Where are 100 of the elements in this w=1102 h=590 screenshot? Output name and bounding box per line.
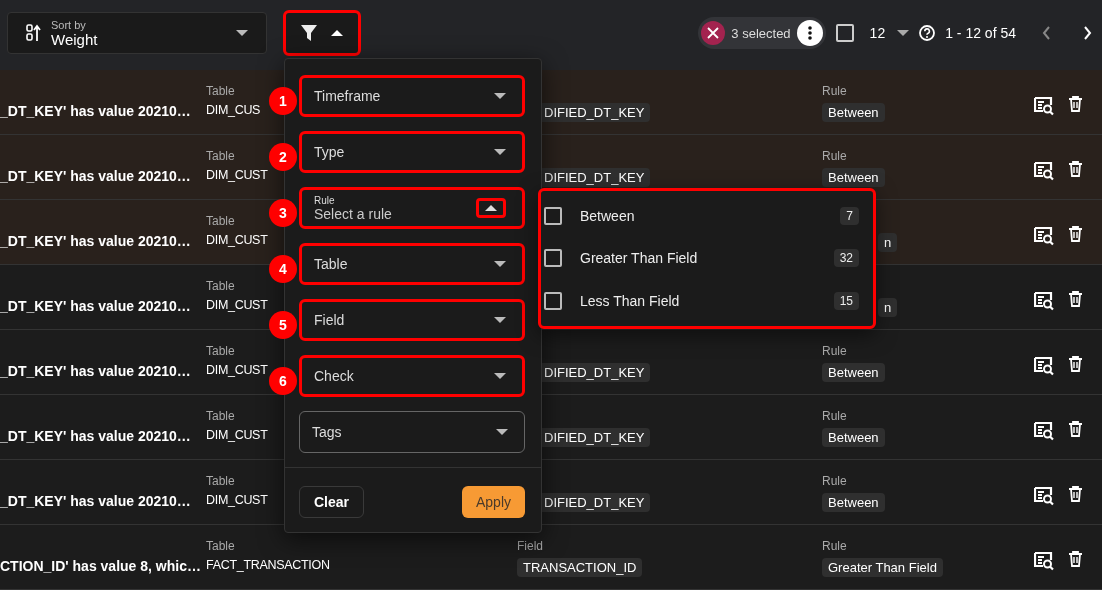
row-message: _DT_KEY' has value 20210… xyxy=(0,233,191,249)
delete-icon[interactable] xyxy=(1069,486,1082,502)
delete-icon[interactable] xyxy=(1069,421,1082,437)
delete-icon[interactable] xyxy=(1069,96,1082,112)
delete-icon[interactable] xyxy=(1069,226,1082,242)
apply-button[interactable]: Apply xyxy=(461,486,525,518)
close-icon xyxy=(707,27,720,39)
caret-icon xyxy=(485,205,497,211)
rule-search-input[interactable]: Select a rule xyxy=(314,205,468,222)
option-count: 7 xyxy=(840,207,859,226)
sort-value: Weight xyxy=(51,30,99,48)
rule-select-field[interactable]: Rule Select a rule xyxy=(299,187,525,229)
option-label[interactable]: Between xyxy=(580,208,841,225)
rule-label: Rule xyxy=(822,149,847,165)
step-number-badge: 4 xyxy=(269,255,297,283)
view-details-icon[interactable] xyxy=(1034,291,1054,311)
row-message: CTION_ID' has value 8, whic… xyxy=(0,558,201,574)
select-all-checkbox[interactable] xyxy=(835,24,854,42)
view-details-icon[interactable] xyxy=(1034,551,1054,571)
chevron-left-icon[interactable] xyxy=(1042,26,1051,40)
option-count: 15 xyxy=(833,291,859,310)
collapse-button[interactable] xyxy=(476,198,506,218)
clear-button[interactable]: Clear xyxy=(299,486,365,518)
view-details-icon[interactable] xyxy=(1034,161,1054,181)
table-label: Table xyxy=(206,214,235,230)
rule-tag: Between xyxy=(822,493,885,512)
step-number-badge: 2 xyxy=(269,143,297,171)
table-name: DIM_CUST xyxy=(206,493,268,507)
option-checkbox[interactable] xyxy=(544,249,562,268)
filter-icon xyxy=(301,25,317,41)
row-message: _DT_KEY' has value 20210… xyxy=(0,363,191,379)
rule-tag: n xyxy=(878,233,898,252)
step-number-badge: 3 xyxy=(269,199,297,227)
table-label: Table xyxy=(206,409,235,425)
delete-icon[interactable] xyxy=(1069,291,1082,307)
option-checkbox[interactable] xyxy=(544,207,562,226)
table-label: Table xyxy=(206,474,235,490)
rule-label: Rule xyxy=(822,344,847,360)
row-message: _DT_KEY' has value 20210… xyxy=(0,493,191,509)
row-message: _DT_KEY' has value 20210… xyxy=(0,428,191,444)
view-details-icon[interactable] xyxy=(1034,226,1054,246)
more-button[interactable] xyxy=(796,20,823,46)
filter-dropdown[interactable]: Type xyxy=(299,131,525,173)
rule-tag: Between xyxy=(822,168,885,187)
table-name: DIM_CUS xyxy=(206,103,261,117)
filter-button[interactable] xyxy=(283,10,361,56)
sort-dropdown[interactable]: Sort by Weight xyxy=(7,12,267,54)
chevron-right-icon[interactable] xyxy=(1083,26,1092,40)
option-label[interactable]: Less Than Field xyxy=(580,292,834,309)
rule-tag: Between xyxy=(822,103,885,122)
rule-label: Rule xyxy=(822,409,847,425)
view-details-icon[interactable] xyxy=(1034,96,1054,116)
rule-tag: Between xyxy=(822,428,885,447)
page-size-dropdown[interactable]: 12 xyxy=(869,25,910,41)
caret-icon xyxy=(897,30,910,36)
filter-dropdown[interactable]: Timeframe xyxy=(299,75,525,117)
option-count: 32 xyxy=(833,249,859,268)
field-tag: TRANSACTION_ID xyxy=(517,558,643,577)
table-label: Table xyxy=(206,539,235,555)
caret-icon xyxy=(494,149,506,155)
table-name: FACT_TRANSACTION xyxy=(206,558,330,572)
table-name: DIM_CUST xyxy=(206,168,268,182)
help-icon xyxy=(919,25,936,41)
step-number-badge: 6 xyxy=(269,367,297,395)
rule-tag: n xyxy=(878,298,898,317)
sort-label: Sort by xyxy=(51,18,87,31)
filter-dropdown[interactable]: Check xyxy=(299,355,525,397)
row-message: _DT_KEY' has value 20210… xyxy=(0,168,191,184)
sort-icon xyxy=(26,24,41,42)
view-details-icon[interactable] xyxy=(1034,421,1054,441)
caret-icon xyxy=(496,429,508,435)
caret-icon xyxy=(494,261,506,267)
rule-label: Rule xyxy=(822,84,847,100)
option-checkbox[interactable] xyxy=(544,291,562,310)
filter-dropdown[interactable]: Tags xyxy=(299,411,525,453)
delete-icon[interactable] xyxy=(1069,551,1082,567)
filter-dropdown[interactable]: Table xyxy=(299,243,525,285)
pagination-range: 1 - 12 of 54 xyxy=(945,25,1016,41)
delete-icon[interactable] xyxy=(1069,161,1082,177)
caret-icon xyxy=(236,30,248,36)
filter-dropdown[interactable]: Field xyxy=(299,299,525,341)
kebab-icon xyxy=(807,26,812,40)
table-label: Table xyxy=(206,149,235,165)
clear-selection-button[interactable] xyxy=(701,21,726,45)
caret-icon xyxy=(494,373,506,379)
view-details-icon[interactable] xyxy=(1034,486,1054,506)
step-number-badge: 1 xyxy=(269,87,297,115)
delete-icon[interactable] xyxy=(1069,356,1082,372)
option-label[interactable]: Greater Than Field xyxy=(580,250,834,267)
field-label: Field xyxy=(517,539,543,555)
caret-icon xyxy=(331,30,343,36)
rule-tag: Between xyxy=(822,363,885,382)
table-label: Table xyxy=(206,344,235,360)
table-label: Table xyxy=(206,84,235,100)
table-name: DIM_CUST xyxy=(206,428,268,442)
step-number-badge: 5 xyxy=(269,311,297,339)
table-name: DIM_CUST xyxy=(206,298,268,312)
view-details-icon[interactable] xyxy=(1034,356,1054,376)
rule-label: Rule xyxy=(822,474,847,490)
table-name: DIM_CUST xyxy=(206,363,268,377)
